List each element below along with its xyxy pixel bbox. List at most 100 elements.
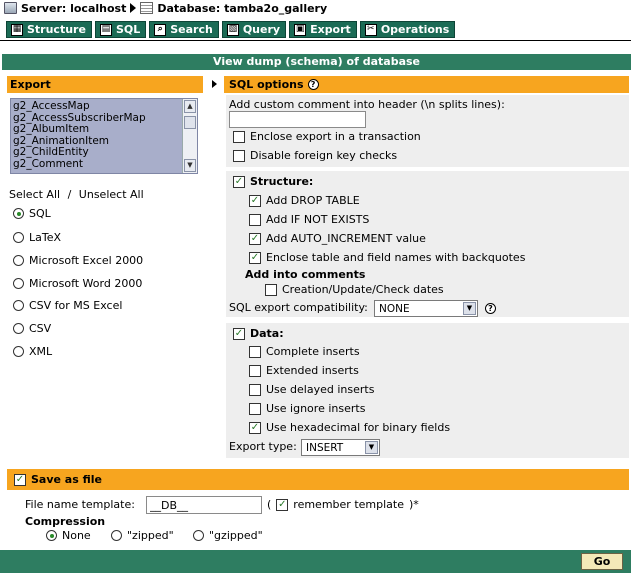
drop-table-option[interactable]: ✓ Add DROP TABLE <box>249 194 360 207</box>
transaction-checkbox[interactable] <box>233 130 245 143</box>
foreign-keys-option[interactable]: Disable foreign key checks <box>233 149 397 162</box>
complete-inserts-checkbox[interactable] <box>249 345 261 358</box>
help-icon[interactable]: ? <box>307 79 319 90</box>
save-as-file-heading[interactable]: ✓ Save as file <box>7 469 629 490</box>
tab-export[interactable]: ▣ Export <box>289 21 357 38</box>
auto-increment-option[interactable]: ✓ Add AUTO_INCREMENT value <box>249 232 426 245</box>
compat-label: SQL export compatibility: <box>229 301 368 314</box>
hex-checkbox[interactable]: ✓ <box>249 421 261 434</box>
tab-operations[interactable]: ✂ Operations <box>359 21 456 38</box>
if-not-exists-option[interactable]: Add IF NOT EXISTS <box>249 213 369 226</box>
radio-button[interactable] <box>13 208 24 219</box>
tab-structure[interactable]: ▦ Structure <box>6 21 92 38</box>
query-icon: ▧ <box>226 23 239 36</box>
if-not-exists-checkbox[interactable] <box>249 213 261 226</box>
format-option-sql[interactable]: SQL <box>13 207 51 220</box>
radio-button[interactable] <box>13 278 24 289</box>
delayed-inserts-option[interactable]: Use delayed inserts <box>249 383 374 396</box>
format-option-latex[interactable]: LaTeX <box>13 231 61 244</box>
format-option-xml[interactable]: XML <box>13 345 52 358</box>
export-icon: ▣ <box>294 23 307 36</box>
comment-input[interactable] <box>229 111 366 128</box>
radio-button[interactable] <box>13 346 24 357</box>
scroll-thumb[interactable] <box>184 116 196 129</box>
remember-template-option[interactable]: ( ✓ remember template )* <box>267 498 419 511</box>
data-checkbox[interactable]: ✓ <box>233 327 245 340</box>
save-as-file-checkbox[interactable]: ✓ <box>14 473 26 486</box>
remember-template-checkbox[interactable]: ✓ <box>276 498 289 511</box>
comments-heading: Add into comments <box>245 268 366 281</box>
dates-checkbox[interactable] <box>265 283 277 296</box>
backquotes-checkbox[interactable]: ✓ <box>249 251 261 264</box>
select-links: Select All / Unselect All <box>9 188 144 201</box>
format-option-excel[interactable]: Microsoft Excel 2000 <box>13 254 143 267</box>
radio-button[interactable] <box>46 530 57 541</box>
auto-increment-checkbox[interactable]: ✓ <box>249 232 261 245</box>
table-list-scrollbar[interactable]: ▲ ▼ <box>182 99 197 173</box>
hex-option[interactable]: ✓ Use hexadecimal for binary fields <box>249 421 450 434</box>
template-label: File name template: <box>25 498 135 511</box>
sql-options-heading: SQL options ? <box>224 76 629 93</box>
table-list[interactable]: g2_AccessMap g2_AccessSubscriberMap g2_A… <box>10 98 198 174</box>
database-icon <box>140 2 154 14</box>
chevron-down-icon: ▼ <box>365 441 378 454</box>
select-separator: / <box>67 188 72 201</box>
help-icon[interactable]: ? <box>485 303 496 314</box>
dates-option[interactable]: Creation/Update/Check dates <box>265 283 444 296</box>
compression-zipped[interactable]: "zipped" <box>111 529 174 542</box>
data-option[interactable]: ✓ Data: <box>233 327 284 340</box>
radio-button[interactable] <box>13 323 24 334</box>
structure-checkbox[interactable]: ✓ <box>233 175 245 188</box>
radio-button[interactable] <box>193 530 204 541</box>
structure-option[interactable]: ✓ Structure: <box>233 175 313 188</box>
backquotes-option[interactable]: ✓ Enclose table and field names with back… <box>249 251 525 264</box>
extended-inserts-option[interactable]: Extended inserts <box>249 364 359 377</box>
radio-button[interactable] <box>13 232 24 243</box>
chevron-down-icon: ▼ <box>463 302 476 315</box>
operations-icon: ✂ <box>364 23 377 36</box>
compression-none[interactable]: None <box>46 529 91 542</box>
radio-button[interactable] <box>13 300 24 311</box>
database-link[interactable]: Database: tamba2o_gallery <box>157 2 327 15</box>
data-panel: ✓ Data: Complete inserts Extended inserts… <box>226 323 629 458</box>
tab-divider <box>0 40 631 41</box>
table-list-item[interactable]: g2_Comment <box>13 158 181 171</box>
export-type-label: Export type: <box>229 440 297 453</box>
scroll-up-icon[interactable]: ▲ <box>184 100 196 113</box>
select-all-link[interactable]: Select All <box>9 188 60 201</box>
format-option-csv[interactable]: CSV <box>13 322 51 335</box>
format-option-word[interactable]: Microsoft Word 2000 <box>13 277 142 290</box>
drop-table-checkbox[interactable]: ✓ <box>249 194 261 207</box>
radio-button[interactable] <box>13 255 24 266</box>
unselect-all-link[interactable]: Unselect All <box>79 188 144 201</box>
transaction-option[interactable]: Enclose export in a transaction <box>233 130 421 143</box>
sql-icon: ▤ <box>99 23 112 36</box>
ignore-inserts-option[interactable]: Use ignore inserts <box>249 402 365 415</box>
sql-options-panel: Add custom comment into header (\n split… <box>226 95 629 167</box>
structure-icon: ▦ <box>11 23 23 36</box>
server-link[interactable]: Server: localhost <box>21 2 126 15</box>
collapse-arrow-icon[interactable] <box>212 80 217 88</box>
tab-query[interactable]: ▧ Query <box>221 21 287 38</box>
server-icon <box>4 2 17 14</box>
ignore-inserts-checkbox[interactable] <box>249 402 261 415</box>
compression-gzipped[interactable]: "gzipped" <box>193 529 263 542</box>
delayed-inserts-checkbox[interactable] <box>249 383 261 396</box>
radio-button[interactable] <box>111 530 122 541</box>
breadcrumb-arrow-icon <box>130 3 137 13</box>
extended-inserts-checkbox[interactable] <box>249 364 261 377</box>
compat-select[interactable]: NONE ▼ <box>374 300 478 317</box>
export-heading: Export <box>7 76 203 93</box>
go-button[interactable]: Go <box>581 553 623 570</box>
foreign-keys-checkbox[interactable] <box>233 149 245 162</box>
compression-label: Compression <box>25 515 106 528</box>
scroll-down-icon[interactable]: ▼ <box>184 159 196 172</box>
table-list-item[interactable]: g2_AccessMap <box>13 100 181 113</box>
tab-sql[interactable]: ▤ SQL <box>94 21 147 38</box>
tab-search[interactable]: ⌕ Search <box>149 21 219 38</box>
file-template-input[interactable] <box>146 496 262 514</box>
complete-inserts-option[interactable]: Complete inserts <box>249 345 360 358</box>
export-type-select[interactable]: INSERT ▼ <box>301 439 380 456</box>
format-option-csv-excel[interactable]: CSV for MS Excel <box>13 299 122 312</box>
structure-panel: ✓ Structure: ✓ Add DROP TABLE Add IF NOT E… <box>226 171 629 317</box>
